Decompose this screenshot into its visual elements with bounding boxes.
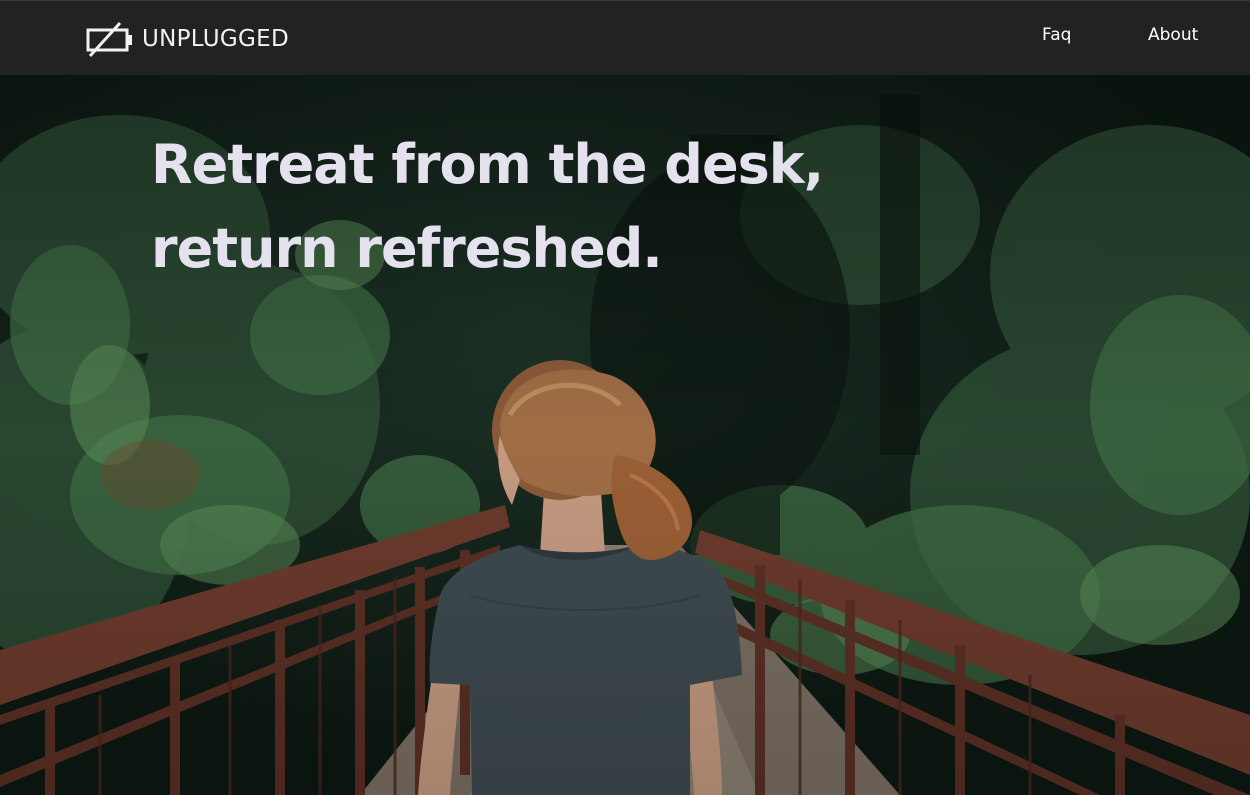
brand-home-link[interactable]: UNPLUGGED <box>86 21 290 58</box>
headline-line-2: return refreshed. <box>151 217 663 280</box>
hero-section: Retreat from the desk, return refreshed. <box>0 75 1250 795</box>
headline-line-1: Retreat from the desk, <box>151 133 824 196</box>
top-navbar: UNPLUGGED Faq About <box>0 0 1250 75</box>
hero-headline: Retreat from the desk, return refreshed. <box>151 123 824 291</box>
nav-link-faq[interactable]: Faq <box>1042 25 1071 45</box>
nav-link-about[interactable]: About <box>1148 25 1198 45</box>
unplugged-battery-icon <box>86 21 132 58</box>
brand-name: UNPLUGGED <box>142 26 290 52</box>
